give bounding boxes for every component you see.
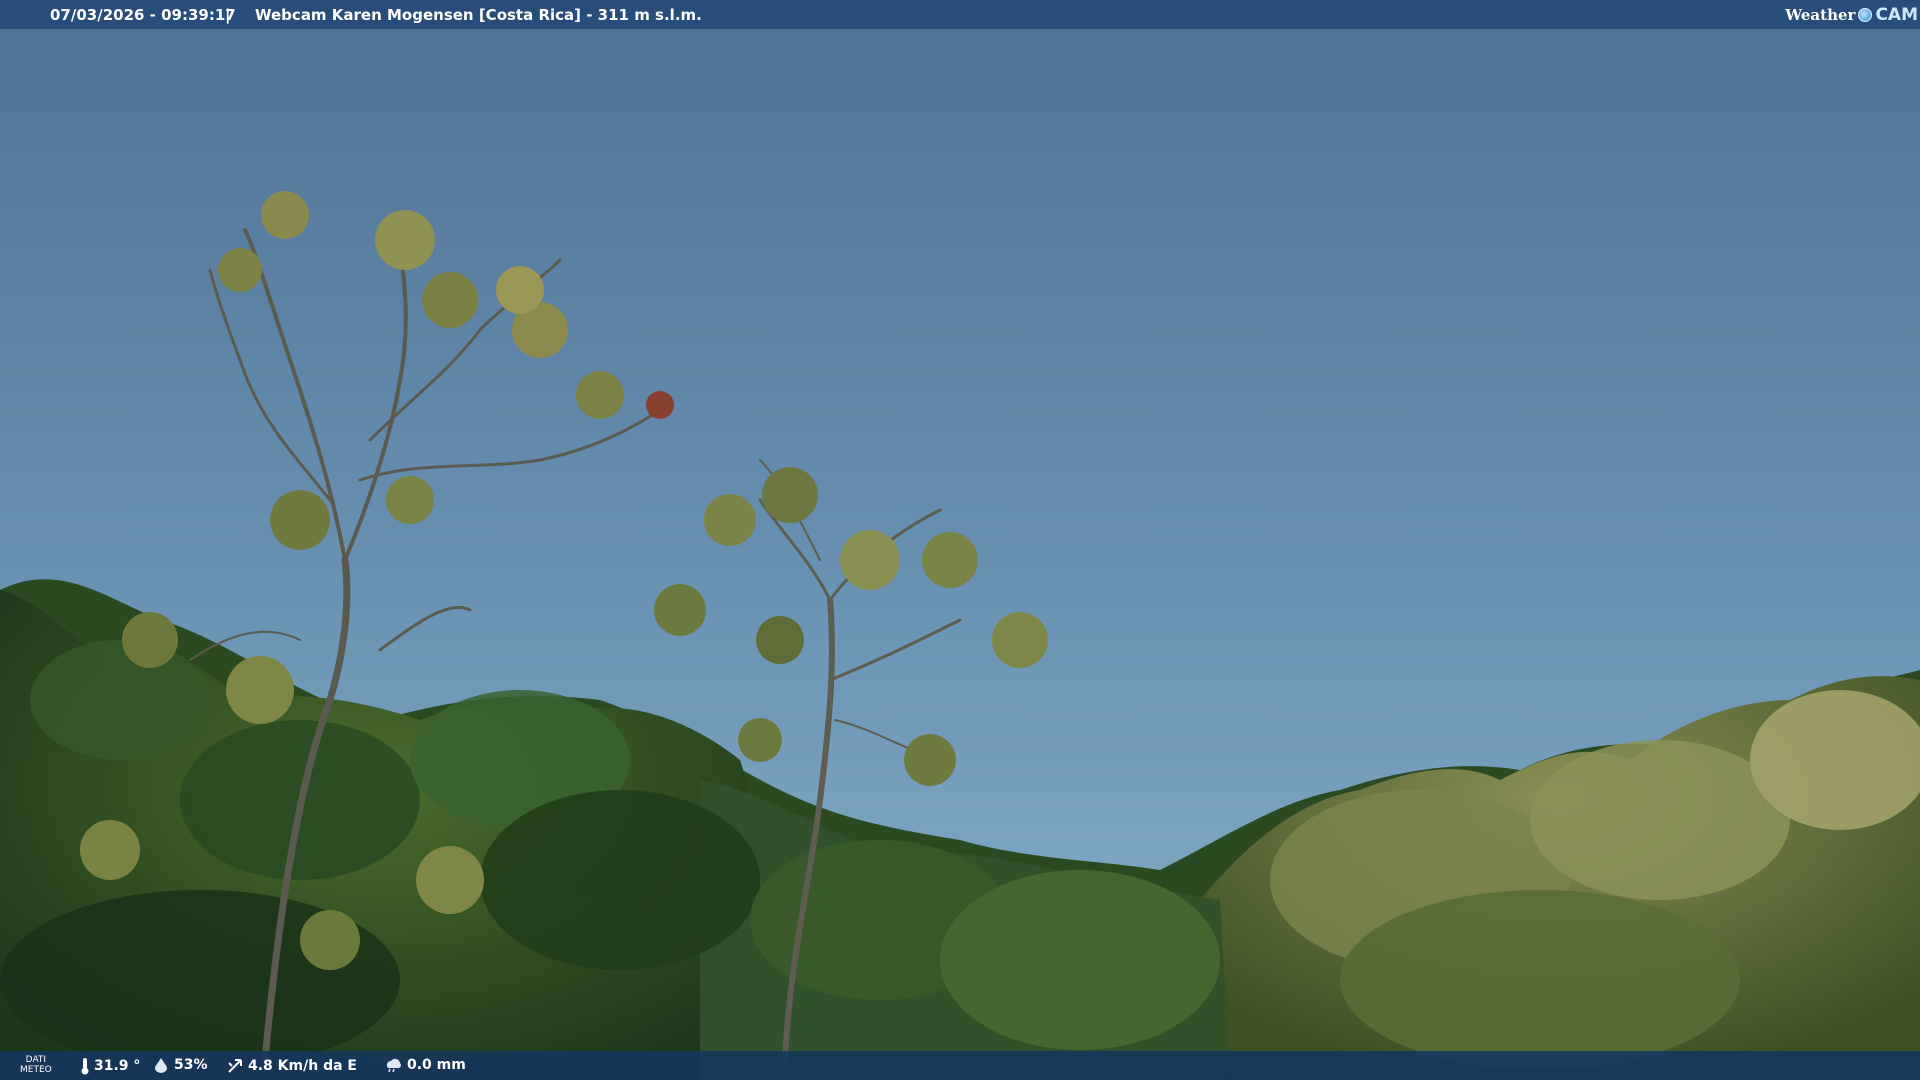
timestamp: 07/03/2026 - 09:39:17 (50, 6, 236, 24)
rain-reading: 0.0 mm (383, 1057, 466, 1073)
top-info-bar: 07/03/2026 - 09:39:17 | Webcam Karen Mog… (0, 0, 1920, 29)
rain-value: 0.0 mm (407, 1057, 466, 1073)
logo-weather-text: Weather (1785, 6, 1856, 24)
wind-reading: 4.8 Km/h da E (226, 1057, 357, 1075)
wind-value: 4.8 Km/h da E (248, 1058, 357, 1074)
meteo-data-bar: DATI METEO 31.9 ° 53% 4.8 Km/h da E 0.0 … (0, 1051, 1920, 1080)
humidity-reading: 53% (152, 1057, 208, 1073)
webcam-image (0, 0, 1920, 1080)
separator: | (225, 6, 231, 24)
webcam-title: Webcam Karen Mogensen [Costa Rica] - 311… (255, 6, 702, 24)
humidity-value: 53% (174, 1057, 208, 1073)
logo-globe-icon (1858, 8, 1873, 22)
rain-icon (386, 1058, 401, 1073)
weathercam-logo: Weather CAM (1785, 3, 1918, 27)
wind-icon (228, 1059, 242, 1073)
humidity-icon (155, 1058, 167, 1073)
thermometer-icon (81, 1058, 89, 1075)
logo-cam-text: CAM (1875, 5, 1918, 25)
meteo-label: DATI METEO (20, 1055, 52, 1075)
temperature-reading: 31.9 ° (80, 1057, 140, 1075)
temperature-value: 31.9 ° (94, 1058, 141, 1074)
